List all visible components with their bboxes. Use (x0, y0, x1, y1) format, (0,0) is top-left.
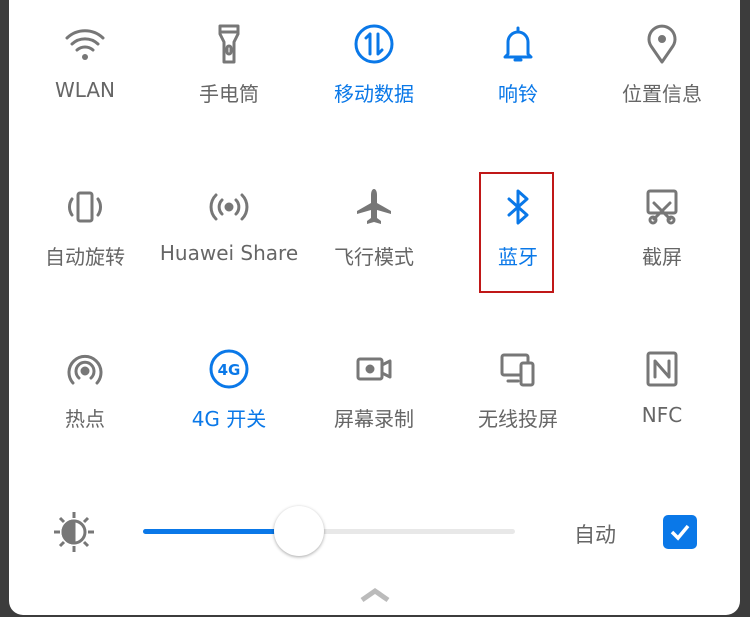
tile-label: 自动旋转 (45, 245, 125, 269)
tile-wireless-projection[interactable]: 无线投屏 (446, 345, 590, 485)
4g-icon: 4G (205, 345, 253, 393)
tile-label: 4G 开关 (191, 407, 267, 431)
tile-wifi[interactable]: WLAN (13, 20, 157, 160)
hotspot-icon (61, 345, 109, 393)
auto-rotate-icon (61, 183, 109, 231)
tile-label: Huawei Share (159, 241, 299, 265)
flashlight-icon (205, 20, 253, 68)
tile-bell[interactable]: 响铃 (446, 20, 590, 160)
tile-label: 手电筒 (199, 82, 259, 106)
tile-nfc[interactable]: NFC (590, 345, 734, 485)
tile-label: 屏幕录制 (334, 407, 414, 431)
tile-4g[interactable]: 4G 4G 开关 (157, 345, 301, 485)
tile-hotspot[interactable]: 热点 (13, 345, 157, 485)
tile-flashlight[interactable]: 手电筒 (157, 20, 301, 160)
tile-label: WLAN (54, 78, 116, 102)
tile-mobile-data[interactable]: 移动数据 (302, 20, 446, 160)
huawei-share-icon (205, 183, 253, 231)
tile-auto-rotate[interactable]: 自动旋转 (13, 183, 157, 323)
tile-screenshot[interactable]: 截屏 (590, 183, 734, 323)
tile-huawei-share[interactable]: Huawei Share (157, 183, 301, 323)
mobile-data-icon (350, 20, 398, 68)
bell-icon (494, 20, 542, 68)
tile-label: 截屏 (642, 245, 682, 269)
auto-brightness-label: 自动 (574, 523, 616, 547)
tile-label: 响铃 (498, 82, 538, 106)
wifi-icon (61, 20, 109, 68)
brightness-icon (52, 510, 96, 554)
tile-label: 移动数据 (334, 82, 414, 106)
chevron-up-icon[interactable] (359, 585, 391, 603)
highlight-box (479, 172, 554, 293)
screen-record-icon (350, 345, 398, 393)
tile-label: NFC (641, 403, 683, 427)
nfc-icon (638, 345, 686, 393)
tile-label: 位置信息 (622, 82, 702, 106)
tile-location[interactable]: 位置信息 (590, 20, 734, 160)
svg-text:4G: 4G (218, 361, 241, 379)
tile-screen-record[interactable]: 屏幕录制 (302, 345, 446, 485)
location-icon (638, 20, 686, 68)
tile-label: 无线投屏 (478, 407, 558, 431)
auto-brightness-checkbox[interactable] (663, 515, 697, 549)
tile-airplane[interactable]: 飞行模式 (302, 183, 446, 323)
screenshot-icon (638, 183, 686, 231)
tile-label: 飞行模式 (334, 245, 414, 269)
brightness-slider[interactable] (143, 529, 515, 534)
wireless-projection-icon (494, 345, 542, 393)
tile-label: 热点 (65, 407, 105, 431)
airplane-icon (350, 183, 398, 231)
brightness-slider-thumb[interactable] (274, 506, 325, 556)
